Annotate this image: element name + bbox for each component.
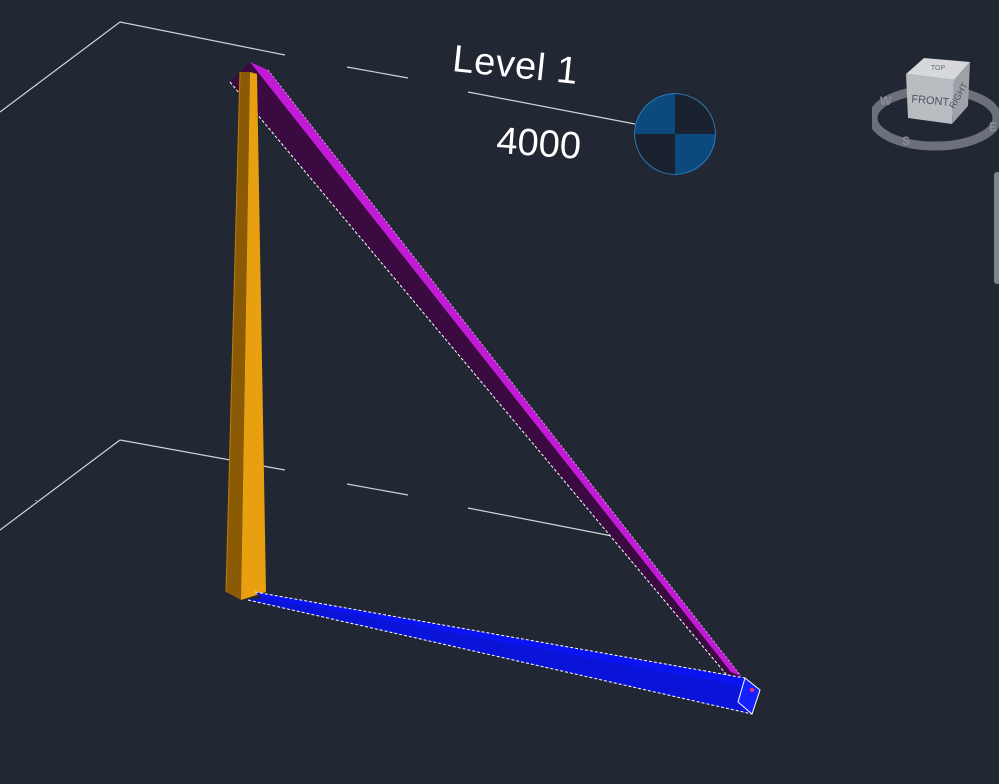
model-viewport[interactable]: Level 1 4000 FRONT RIGHT TOP W S E — [0, 0, 999, 784]
model-3d-scene[interactable] — [0, 0, 999, 784]
lower-plane-dash-1 — [346, 483, 409, 496]
compass-east-label[interactable]: E — [989, 120, 997, 134]
compass-south-label[interactable]: S — [902, 134, 910, 148]
level-line-top — [467, 91, 636, 125]
compass-west-label[interactable]: W — [880, 94, 891, 108]
lower-plane-edge-left — [0, 439, 121, 531]
level-marker-icon[interactable] — [634, 93, 716, 175]
column[interactable] — [225, 71, 266, 600]
navigation-bar-handle[interactable] — [994, 172, 999, 284]
viewcube[interactable]: FRONT RIGHT TOP W S E — [868, 52, 999, 156]
upper-plane-dash — [346, 66, 409, 79]
viewcube-top-label: TOP — [931, 65, 946, 72]
level-elevation-label[interactable]: 4000 — [495, 120, 582, 169]
upper-plane-edge-left — [0, 21, 121, 113]
level-plane-outlines — [0, 21, 636, 537]
upper-plane-edge-top — [119, 21, 286, 56]
